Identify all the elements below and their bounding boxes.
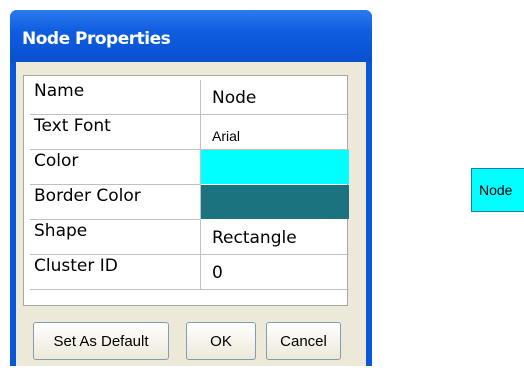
property-value-text-font[interactable]: Arial [201,115,349,150]
property-row-border-color[interactable]: Border Color [30,185,349,220]
property-label-color: Color [30,150,201,185]
set-as-default-button[interactable]: Set As Default [33,322,169,360]
property-row-name[interactable]: Name Node [30,80,349,115]
dialog-title: Node Properties [22,29,171,49]
property-value-name[interactable]: Node [201,80,349,115]
property-label-name: Name [30,80,201,115]
property-row-color[interactable]: Color [30,150,349,185]
graph-node-label: Node [479,182,513,198]
property-label-shape: Shape [30,220,201,255]
property-row-shape[interactable]: Shape Rectangle [30,220,349,255]
property-grid: Name Node Text Font Arial Color Border C… [23,75,349,306]
property-label-cluster-id: Cluster ID [30,255,201,290]
cancel-button[interactable]: Cancel [266,322,341,360]
property-label-text-font: Text Font [30,115,201,150]
color-swatch[interactable] [201,150,349,184]
property-label-border-color: Border Color [30,185,201,220]
ok-button[interactable]: OK [186,322,256,360]
border-color-swatch[interactable] [201,185,349,219]
dialog-title-bar[interactable]: Node Properties [10,10,372,62]
property-row-text-font[interactable]: Text Font Arial [30,115,349,150]
property-value-cluster-id[interactable]: 0 [201,255,349,290]
graph-node[interactable]: Node [471,168,524,212]
property-row-cluster-id[interactable]: Cluster ID 0 [30,255,349,290]
property-value-shape[interactable]: Rectangle [201,220,349,255]
